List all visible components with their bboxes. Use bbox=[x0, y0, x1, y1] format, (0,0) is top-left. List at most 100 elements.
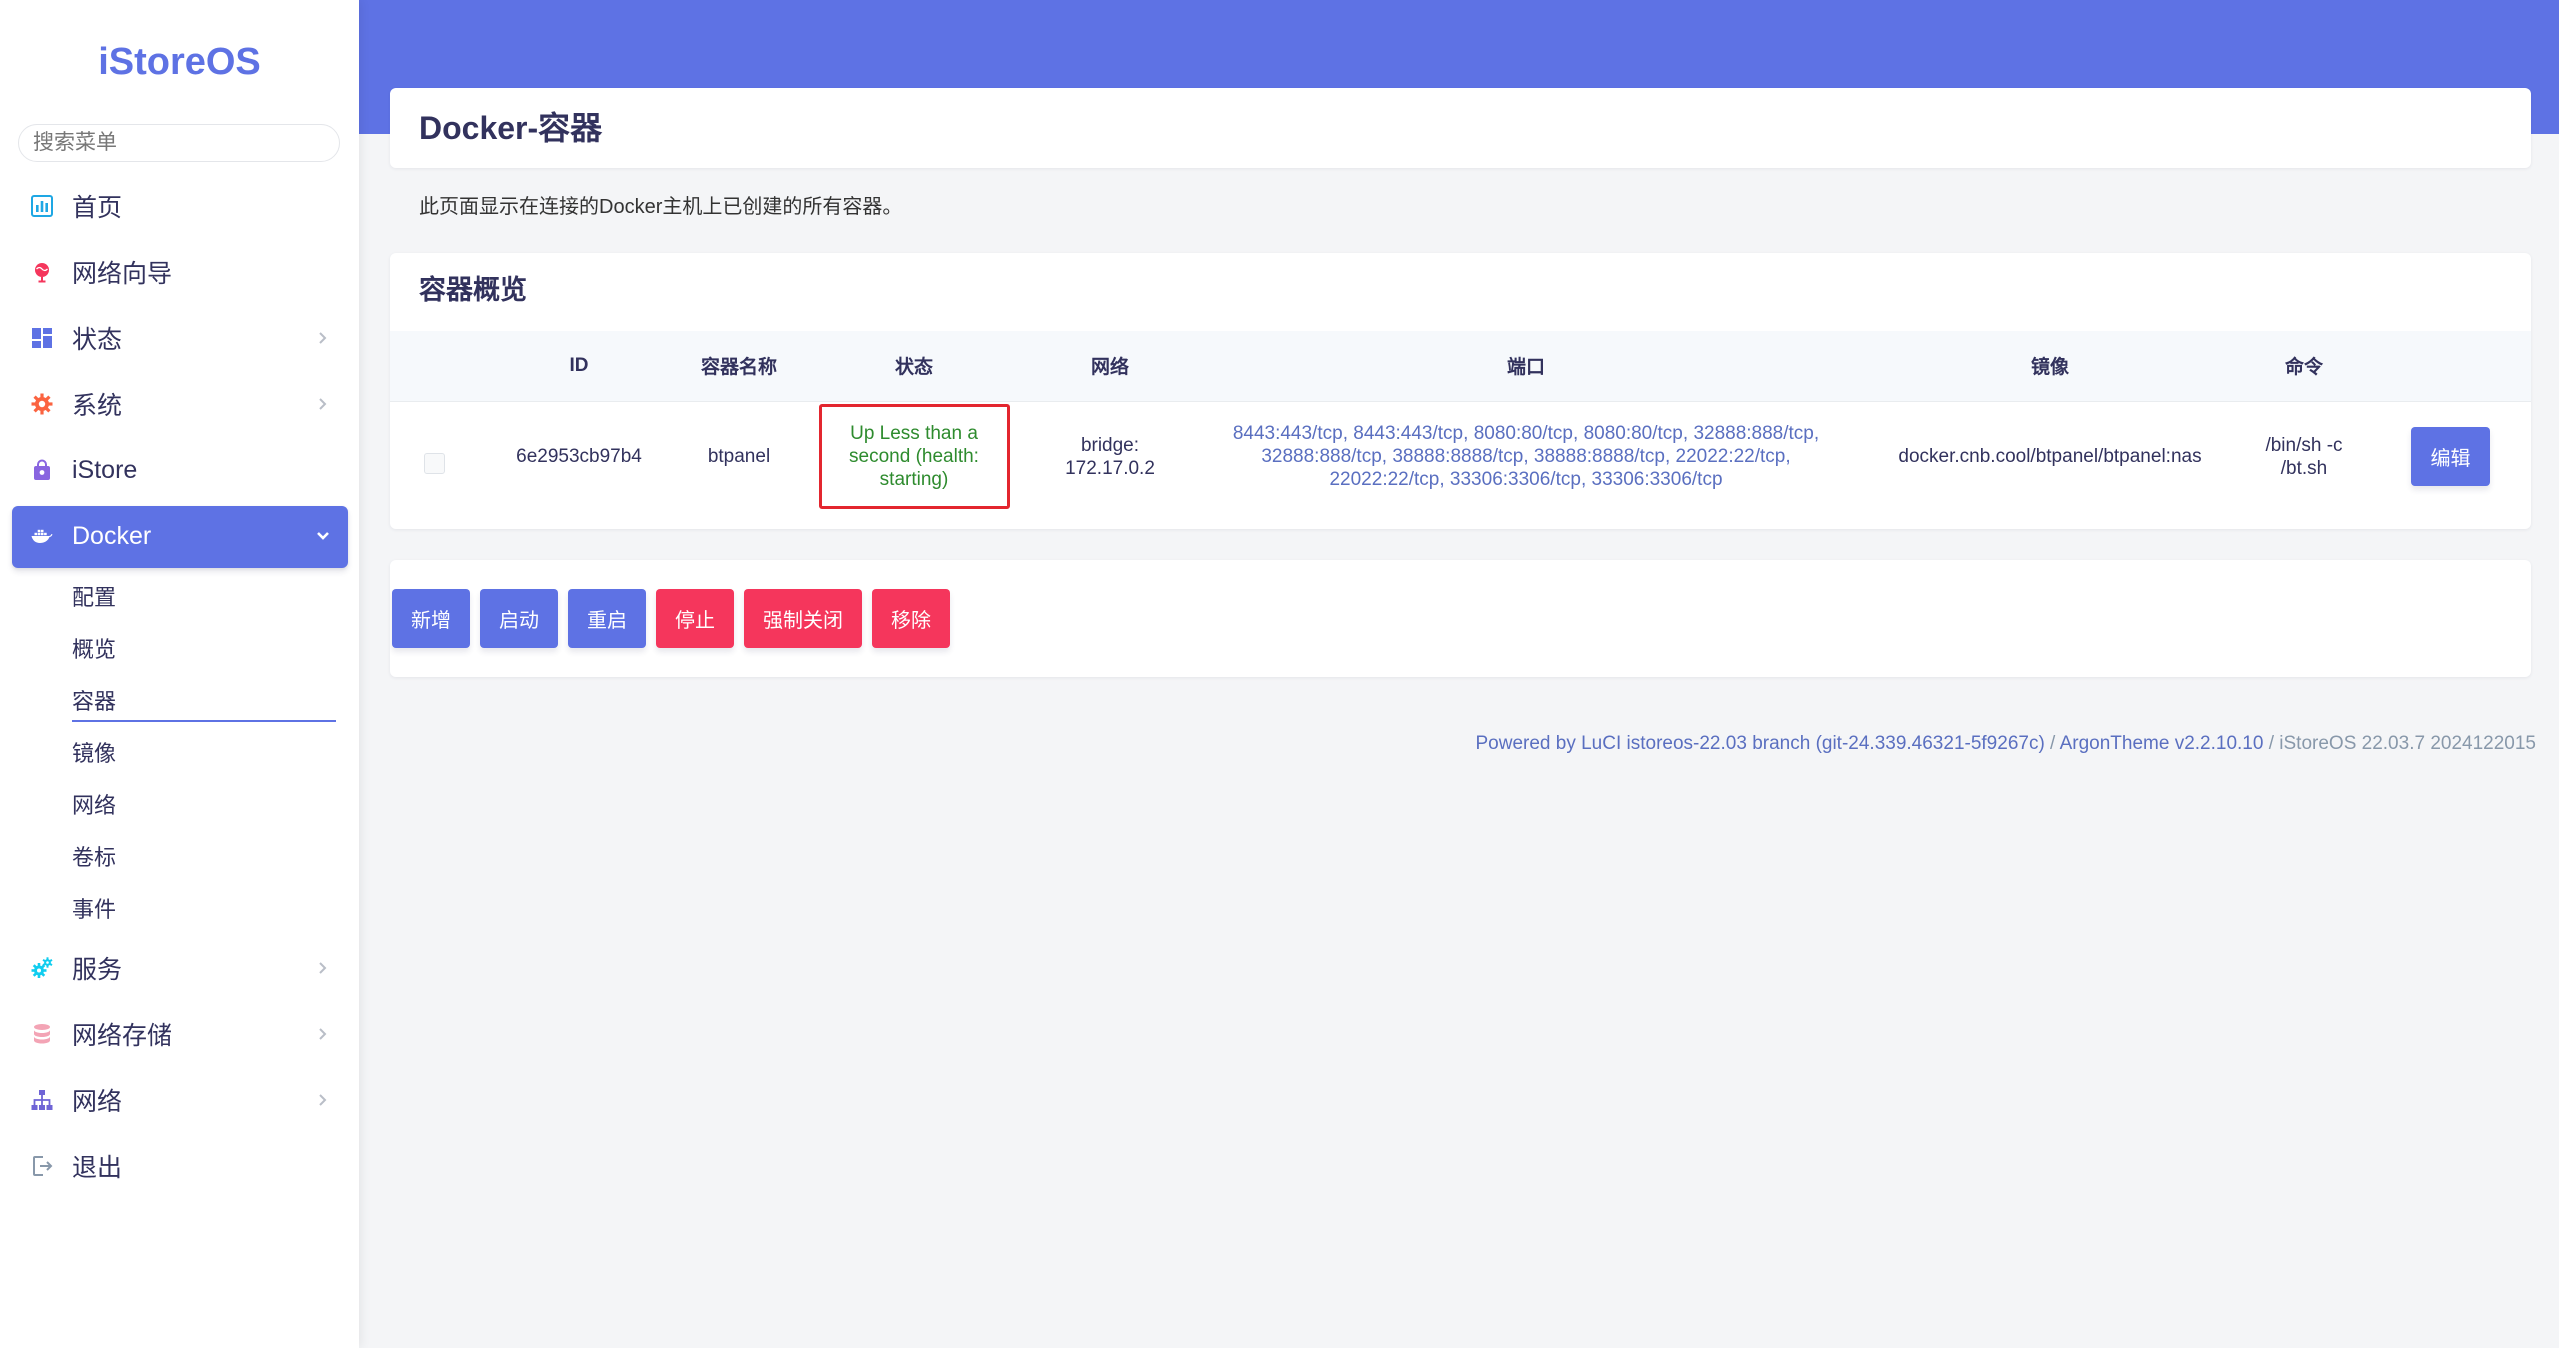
header-image: 镜像 bbox=[1862, 331, 2238, 402]
sidebar-item-label: iStore bbox=[72, 455, 138, 484]
table-header-row: ID 容器名称 状态 网络 端口 镜像 命令 bbox=[390, 331, 2531, 402]
sidebar-item-system[interactable]: 系统 bbox=[0, 371, 359, 437]
restart-button[interactable]: 重启 bbox=[568, 589, 646, 648]
docker-whale-icon bbox=[29, 523, 55, 549]
submenu-item-label: 概览 bbox=[72, 637, 117, 662]
port-link[interactable]: 33306:3306/tcp bbox=[1450, 469, 1581, 490]
footer-separator: / bbox=[2263, 733, 2280, 754]
header-ports: 端口 bbox=[1190, 331, 1862, 402]
port-link[interactable]: 8080:80/tcp bbox=[1584, 423, 1683, 444]
section-title: 容器概览 bbox=[419, 275, 527, 305]
database-icon bbox=[29, 1021, 55, 1047]
submenu-item-label: 镜像 bbox=[72, 741, 117, 766]
page-footer: Powered by LuCI istoreos-22.03 branch (g… bbox=[1475, 732, 2536, 756]
start-button[interactable]: 启动 bbox=[480, 589, 558, 648]
sidebar-item-label: 退出 bbox=[72, 1154, 123, 1182]
header-id: ID bbox=[478, 331, 680, 402]
submenu-item-events[interactable]: 事件 bbox=[0, 882, 359, 934]
theme-link[interactable]: ArgonTheme v2.2.10.10 bbox=[2060, 733, 2264, 754]
port-separator: , bbox=[1381, 446, 1393, 468]
page-title-card: Docker-容器 bbox=[390, 88, 2531, 168]
submenu-item-config[interactable]: 配置 bbox=[0, 570, 359, 622]
submenu-item-label: 容器 bbox=[72, 689, 117, 714]
sidebar-item-label: 状态 bbox=[72, 326, 123, 354]
port-separator: , bbox=[1785, 446, 1791, 468]
container-image: docker.cnb.cool/btpanel/btpanel:nas bbox=[1898, 446, 2202, 468]
sidebar-item-status[interactable]: 状态 bbox=[0, 305, 359, 371]
header-status: 状态 bbox=[798, 331, 1030, 402]
container-network: bridge: 172.17.0.2 bbox=[1065, 434, 1155, 479]
add-button[interactable]: 新增 bbox=[392, 589, 470, 648]
remove-button[interactable]: 移除 bbox=[872, 589, 950, 648]
submenu-item-images[interactable]: 镜像 bbox=[0, 726, 359, 778]
action-toolbar: 新增 启动 重启 停止 强制关闭 移除 bbox=[392, 589, 950, 648]
sidebar-item-services[interactable]: 服务 bbox=[0, 935, 359, 1001]
submenu-item-volumes[interactable]: 卷标 bbox=[0, 830, 359, 882]
container-name: btpanel bbox=[707, 446, 771, 468]
luci-link[interactable]: Powered by LuCI istoreos-22.03 branch (g… bbox=[1475, 733, 2044, 754]
table-row: 6e2953cb97b4 btpanel Up Less than a seco… bbox=[390, 401, 2531, 512]
sidebar-item-network[interactable]: 网络 bbox=[0, 1067, 359, 1133]
sidebar-item-istore[interactable]: iStore bbox=[0, 437, 359, 503]
port-link[interactable]: 32888:888/tcp bbox=[1693, 423, 1813, 444]
port-link[interactable]: 32888:888/tcp bbox=[1261, 446, 1381, 467]
force-kill-button[interactable]: 强制关闭 bbox=[744, 589, 862, 648]
sidebar-item-label: 系统 bbox=[72, 392, 123, 420]
status-highlight-box: Up Less than a second (health: starting) bbox=[818, 404, 1010, 510]
sidebar-item-home[interactable]: 首页 bbox=[0, 173, 359, 239]
port-link[interactable]: 22022:22/tcp bbox=[1676, 446, 1786, 467]
submenu-item-label: 配置 bbox=[72, 585, 117, 610]
port-separator: , bbox=[1463, 423, 1474, 445]
sign-out-icon bbox=[29, 1153, 55, 1179]
chevron-down-icon bbox=[315, 528, 331, 544]
row-checkbox[interactable] bbox=[423, 453, 445, 475]
submenu-item-overview[interactable]: 概览 bbox=[0, 622, 359, 674]
container-overview-card: 容器概览 ID 容器名称 状态 网络 端口 镜像 命令 6e2953cb97b4… bbox=[390, 253, 2531, 529]
port-link[interactable]: 8080:80/tcp bbox=[1474, 423, 1573, 444]
header-select bbox=[390, 331, 478, 402]
port-list: 8443:443/tcp, 8443:443/tcp, 8080:80/tcp,… bbox=[1220, 422, 1832, 491]
port-link[interactable]: 8443:443/tcp bbox=[1233, 423, 1343, 444]
page-description: 此页面显示在连接的Docker主机上已创建的所有容器。 bbox=[419, 196, 903, 218]
port-separator: , bbox=[1523, 446, 1534, 468]
chevron-right-icon bbox=[315, 1092, 331, 1108]
menu-search-input[interactable] bbox=[18, 124, 340, 162]
footer-separator: / bbox=[2044, 733, 2060, 754]
docker-submenu: 配置 概览 容器 镜像 网络 卷标 事件 bbox=[0, 570, 359, 934]
port-separator: , bbox=[1813, 423, 1820, 445]
row-actions-cell: 编辑 bbox=[2370, 401, 2531, 512]
page-title: Docker-容器 bbox=[419, 110, 603, 146]
chevron-right-icon bbox=[315, 396, 331, 412]
port-link[interactable]: 22022:22/tcp bbox=[1329, 469, 1439, 490]
app-logo[interactable]: iStoreOS bbox=[0, 38, 359, 86]
sidebar-item-network-wizard[interactable]: 网络向导 bbox=[0, 239, 359, 305]
gear-icon bbox=[29, 391, 55, 417]
submenu-item-label: 卷标 bbox=[72, 845, 117, 870]
port-link[interactable]: 33306:3306/tcp bbox=[1592, 469, 1723, 490]
sidebar-item-nas[interactable]: 网络存储 bbox=[0, 1001, 359, 1067]
sitemap-icon bbox=[29, 1087, 55, 1113]
submenu-item-label: 事件 bbox=[72, 897, 117, 922]
cogs-icon bbox=[29, 955, 55, 981]
sidebar-item-label: 网络 bbox=[72, 1088, 123, 1116]
sidebar-item-label: 服务 bbox=[72, 956, 123, 984]
stop-button[interactable]: 停止 bbox=[656, 589, 734, 648]
sidebar-item-logout[interactable]: 退出 bbox=[0, 1133, 359, 1199]
container-status: Up Less than a second (health: starting) bbox=[849, 423, 979, 491]
chevron-right-icon bbox=[315, 960, 331, 976]
port-separator: , bbox=[1439, 469, 1450, 491]
chevron-right-icon bbox=[315, 1026, 331, 1042]
sidebar-item-label: 网络存储 bbox=[72, 1022, 173, 1050]
port-link[interactable]: 38888:8888/tcp bbox=[1392, 446, 1523, 467]
sidebar-item-label: 网络向导 bbox=[72, 260, 173, 288]
submenu-item-containers[interactable]: 容器 bbox=[0, 674, 359, 726]
submenu-item-networks[interactable]: 网络 bbox=[0, 778, 359, 830]
globe-pin-icon bbox=[29, 259, 55, 285]
containers-table: ID 容器名称 状态 网络 端口 镜像 命令 6e2953cb97b4 btpa… bbox=[390, 331, 2531, 512]
port-link[interactable]: 8443:443/tcp bbox=[1353, 423, 1463, 444]
sidebar-menu: 首页 网络向导 状态 系统 iStore Docker 配置 概览 容器 镜像 … bbox=[0, 173, 359, 1199]
dashboard-icon bbox=[29, 325, 55, 351]
sidebar-item-docker[interactable]: Docker bbox=[0, 503, 359, 569]
edit-button[interactable]: 编辑 bbox=[2411, 427, 2490, 487]
port-link[interactable]: 38888:8888/tcp bbox=[1534, 446, 1665, 467]
